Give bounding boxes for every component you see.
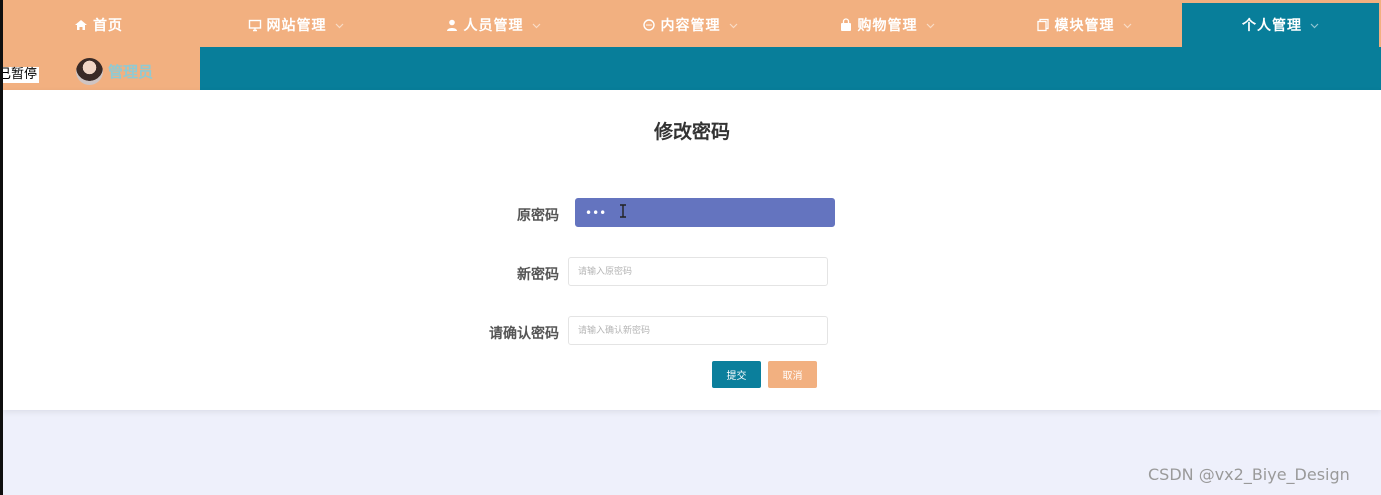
nav-label-module-management: 模块管理 [1054, 18, 1115, 34]
nav-item-personal-management[interactable]: 个人管理 [1182, 3, 1379, 47]
nav-item-content-management[interactable]: 内容管理 [591, 3, 788, 47]
user-icon [445, 18, 459, 32]
chevron-down-icon [926, 21, 935, 30]
old-password-label: 原密码 [517, 208, 559, 224]
nav-item-staff-management[interactable]: 人员管理 [394, 3, 591, 47]
chevron-down-icon [1310, 21, 1319, 30]
top-navigation: 首页 网站管理 人员管理 内容管理 购物管理 模块管理 个人管理 [0, 3, 1381, 47]
nav-label-staff-management: 人员管理 [463, 18, 524, 34]
monitor-icon [248, 18, 262, 32]
old-password-input[interactable] [575, 198, 835, 227]
bag-icon [839, 18, 853, 32]
copy-icon [1036, 18, 1050, 32]
change-password-card: 修改密码 原密码 新密码 请确认密码 提交 取消 [3, 90, 1381, 410]
nav-label-site-management: 网站管理 [266, 18, 327, 34]
nav-label-content-management: 内容管理 [660, 18, 721, 34]
page-title: 修改密码 [653, 121, 730, 143]
nav-item-home[interactable]: 首页 [0, 3, 197, 47]
nav-label-shopping-management: 购物管理 [857, 18, 918, 34]
header-subbar: 管理员 已暂停 [0, 47, 1381, 90]
confirm-password-label: 请确认密码 [489, 326, 559, 342]
new-password-label: 新密码 [517, 267, 559, 283]
nav-label-personal-management: 个人管理 [1242, 18, 1302, 34]
submit-button[interactable]: 提交 [712, 361, 761, 388]
chevron-down-icon [335, 21, 344, 30]
breadcrumb-bar [200, 47, 1381, 90]
nav-item-site-management[interactable]: 网站管理 [197, 3, 394, 47]
nav-item-module-management[interactable]: 模块管理 [985, 3, 1182, 47]
paused-overlay-label: 已暂停 [0, 67, 40, 83]
nav-item-shopping-management[interactable]: 购物管理 [788, 3, 985, 47]
chevron-down-icon [532, 21, 541, 30]
chevron-down-icon [1123, 21, 1132, 30]
chevron-down-icon [729, 21, 738, 30]
cancel-button[interactable]: 取消 [768, 361, 817, 388]
admin-name: 管理员 [108, 63, 154, 81]
window-edge [0, 0, 3, 495]
confirm-password-input[interactable] [568, 316, 828, 345]
avatar[interactable] [76, 58, 103, 85]
nav-label-home: 首页 [93, 18, 123, 34]
text-cursor-icon [620, 204, 626, 218]
watermark: CSDN @vx2_Biye_Design [1148, 465, 1350, 484]
new-password-input[interactable] [568, 257, 828, 286]
chat-icon [642, 18, 656, 32]
home-icon [74, 18, 88, 32]
